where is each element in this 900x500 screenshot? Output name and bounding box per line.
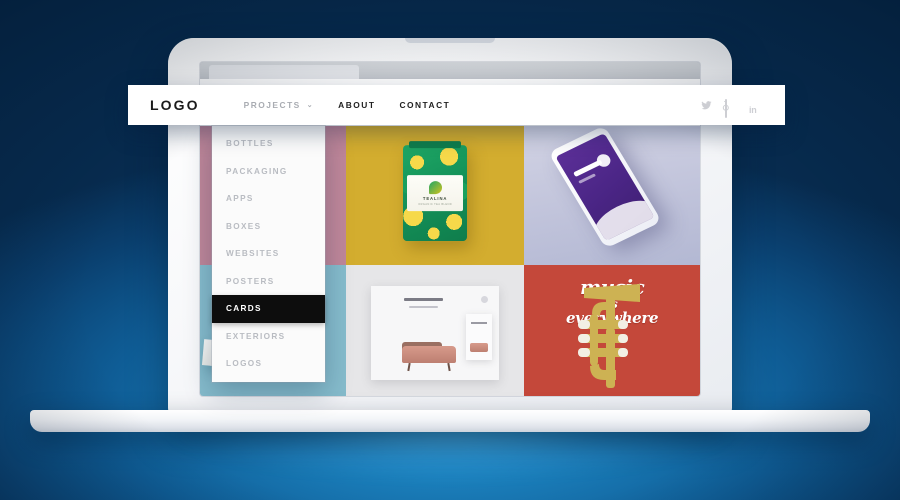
website-preview-dot <box>480 296 488 304</box>
website-preview-subheading <box>409 305 438 308</box>
dropdown-item-boxes[interactable]: BOXES <box>212 213 325 241</box>
trumpet-icon <box>578 284 641 388</box>
nav-item-projects[interactable]: PROJECTS ⌄ <box>244 100 315 110</box>
dropdown-item-posters[interactable]: POSTERS <box>212 268 325 296</box>
dropdown-item-label: POSTERS <box>226 276 275 286</box>
site-logo[interactable]: LOGO <box>150 97 200 113</box>
dropdown-item-label: CARDS <box>226 304 262 314</box>
nav-item-contact[interactable]: CONTACT <box>399 100 450 110</box>
nav-item-about[interactable]: ABOUT <box>338 100 375 110</box>
portfolio-tile-websites[interactable] <box>345 264 525 396</box>
website-preview-frame <box>370 285 500 381</box>
card-heading-line <box>470 322 487 325</box>
dropdown-item-label: PACKAGING <box>226 166 288 176</box>
browser-tab[interactable] <box>209 65 359 79</box>
pouch-product: TEALINA ORGANIC TEA BLEND <box>403 141 468 242</box>
nav-item-label: ABOUT <box>338 100 376 110</box>
pouch-brand-name: TEALINA <box>422 196 448 202</box>
portfolio-tile-packaging[interactable]: TEALINA ORGANIC TEA BLEND <box>345 126 525 265</box>
laptop-base <box>30 410 870 432</box>
dropdown-item-label: LOGOS <box>226 359 263 369</box>
dropdown-item-label: EXTERIORS <box>226 331 286 341</box>
laptop-notch <box>405 38 495 43</box>
linkedin-icon[interactable]: in <box>749 100 760 114</box>
dropdown-item-cards[interactable]: CARDS <box>212 295 325 323</box>
dropdown-item-label: APPS <box>226 194 254 204</box>
pouch-label-panel: TEALINA ORGANIC TEA BLEND <box>407 175 464 212</box>
browser-chrome-bar <box>200 62 700 79</box>
chevron-down-icon: ⌄ <box>306 101 315 109</box>
phone-mockup <box>548 126 662 249</box>
phone-screen <box>555 133 655 241</box>
website-preview-card <box>465 314 492 361</box>
dropdown-item-logos[interactable]: LOGOS <box>212 350 325 378</box>
portfolio-tile-posters[interactable]: music is everywhere <box>524 264 700 396</box>
primary-nav: PROJECTS ⌄ ABOUT CONTACT <box>244 100 451 110</box>
social-links: in <box>701 98 760 118</box>
phone-subtitle-bar <box>578 173 597 184</box>
twitter-icon[interactable] <box>701 100 712 111</box>
instagram-icon[interactable] <box>725 98 736 118</box>
dropdown-item-label: WEBSITES <box>226 249 280 259</box>
dropdown-item-bottles[interactable]: BOTTLES <box>212 130 325 158</box>
website-preview-heading <box>404 298 443 302</box>
pouch-leaf-icon <box>428 181 442 195</box>
portfolio-tile-apps[interactable] <box>524 126 700 265</box>
dropdown-item-exteriors[interactable]: EXTERIORS <box>212 323 325 351</box>
card-thumbnail <box>469 343 488 353</box>
projects-dropdown-menu[interactable]: BOTTLES PACKAGING APPS BOXES WEBSITES PO… <box>212 126 325 382</box>
dropdown-item-websites[interactable]: WEBSITES <box>212 240 325 268</box>
sofa-illustration <box>401 346 456 364</box>
dropdown-item-packaging[interactable]: PACKAGING <box>212 158 325 186</box>
phone-title-bar <box>573 159 603 178</box>
nav-item-label: PROJECTS <box>243 100 301 110</box>
pouch-tagline: ORGANIC TEA BLEND <box>418 203 453 207</box>
dropdown-item-label: BOTTLES <box>226 139 274 149</box>
dropdown-item-apps[interactable]: APPS <box>212 185 325 213</box>
nav-item-label: CONTACT <box>399 100 451 110</box>
pouch-top-seal <box>409 141 462 149</box>
mockup-stage: TEALINA ORGANIC TEA BLEND BOTTLES PACKAG… <box>0 0 900 500</box>
background-glow <box>70 430 830 500</box>
dropdown-item-label: BOXES <box>226 221 262 231</box>
floating-navbar: LOGO PROJECTS ⌄ ABOUT CONTACT in <box>128 85 785 125</box>
phone-wave-shape <box>585 191 655 241</box>
